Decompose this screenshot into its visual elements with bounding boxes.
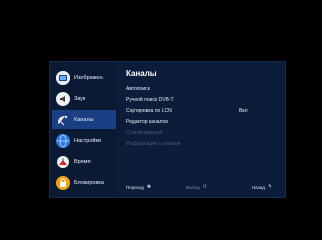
menu-item-label: Ручной поиск DVB-T: [126, 97, 174, 103]
menu-item-channel-editor[interactable]: Редактор каналов: [126, 119, 276, 125]
picture-icon: [56, 70, 70, 85]
sidebar-item-label: Блокировка: [74, 179, 104, 186]
menu-item-label: Сортировка по LCN: [126, 108, 172, 114]
menu-item-label: Автопоиск: [126, 86, 150, 92]
menu-item-signal-info: Информация о сигнале: [126, 141, 276, 147]
menu-item-lcn-sort[interactable]: Сортировка по LCN Вкл: [126, 108, 276, 114]
dpad-icon: ✥: [146, 184, 152, 190]
sidebar-item-label: Изображен.: [74, 74, 105, 81]
settings-globe-icon: [56, 133, 70, 148]
menu-item-auto-scan[interactable]: Автопоиск: [126, 86, 276, 92]
menu-item-manual-scan[interactable]: Ручной поиск DVB-T: [126, 97, 276, 103]
sidebar-item-settings[interactable]: Настройки: [52, 131, 116, 150]
page-title: Каналы: [126, 69, 157, 78]
hint-bar: Переход ✥ Выбор И Назад ↰: [126, 184, 281, 193]
hint-back-label: Назад: [252, 184, 265, 190]
sidebar-item-label: Звук: [74, 95, 86, 102]
menu-item-label: Редактор каналов: [126, 119, 168, 125]
osd-menu-panel: Изображен. Звук Каналы Настройки Время Б…: [49, 61, 286, 198]
lock-icon: [56, 175, 70, 190]
clock-icon: [56, 155, 70, 169]
hint-move-label: Переход: [126, 184, 144, 190]
sidebar-item-label: Время: [74, 158, 91, 165]
hint-select-key: И: [202, 184, 207, 190]
sidebar-item-lock[interactable]: Блокировка: [52, 173, 116, 192]
sidebar: Изображен. Звук Каналы Настройки Время Б…: [50, 62, 118, 197]
satellite-dish-icon: [56, 113, 70, 127]
menu-item-ci-info: CI информация: [126, 130, 276, 136]
channels-panel: Каналы Автопоиск Ручной поиск DVB-T Сорт…: [126, 62, 281, 197]
sidebar-item-sound[interactable]: Звук: [52, 89, 116, 108]
sidebar-item-channels[interactable]: Каналы: [52, 110, 116, 129]
hint-move: Переход ✥: [126, 184, 151, 190]
sidebar-item-label: Настройки: [74, 137, 101, 144]
hint-select: Выбор И: [186, 184, 206, 190]
sound-icon: [56, 91, 70, 106]
return-arrow-icon: ↰: [267, 184, 273, 190]
hint-select-label: Выбор: [186, 184, 200, 190]
sidebar-item-label: Каналы: [74, 116, 94, 123]
menu-item-label: CI информация: [126, 130, 163, 136]
lcn-sort-value: Вкл: [239, 108, 248, 114]
hint-back: Назад ↰: [252, 184, 272, 190]
sidebar-item-picture[interactable]: Изображен.: [52, 68, 116, 87]
menu-item-label: Информация о сигнале: [126, 141, 181, 147]
sidebar-item-time[interactable]: Время: [52, 152, 116, 171]
